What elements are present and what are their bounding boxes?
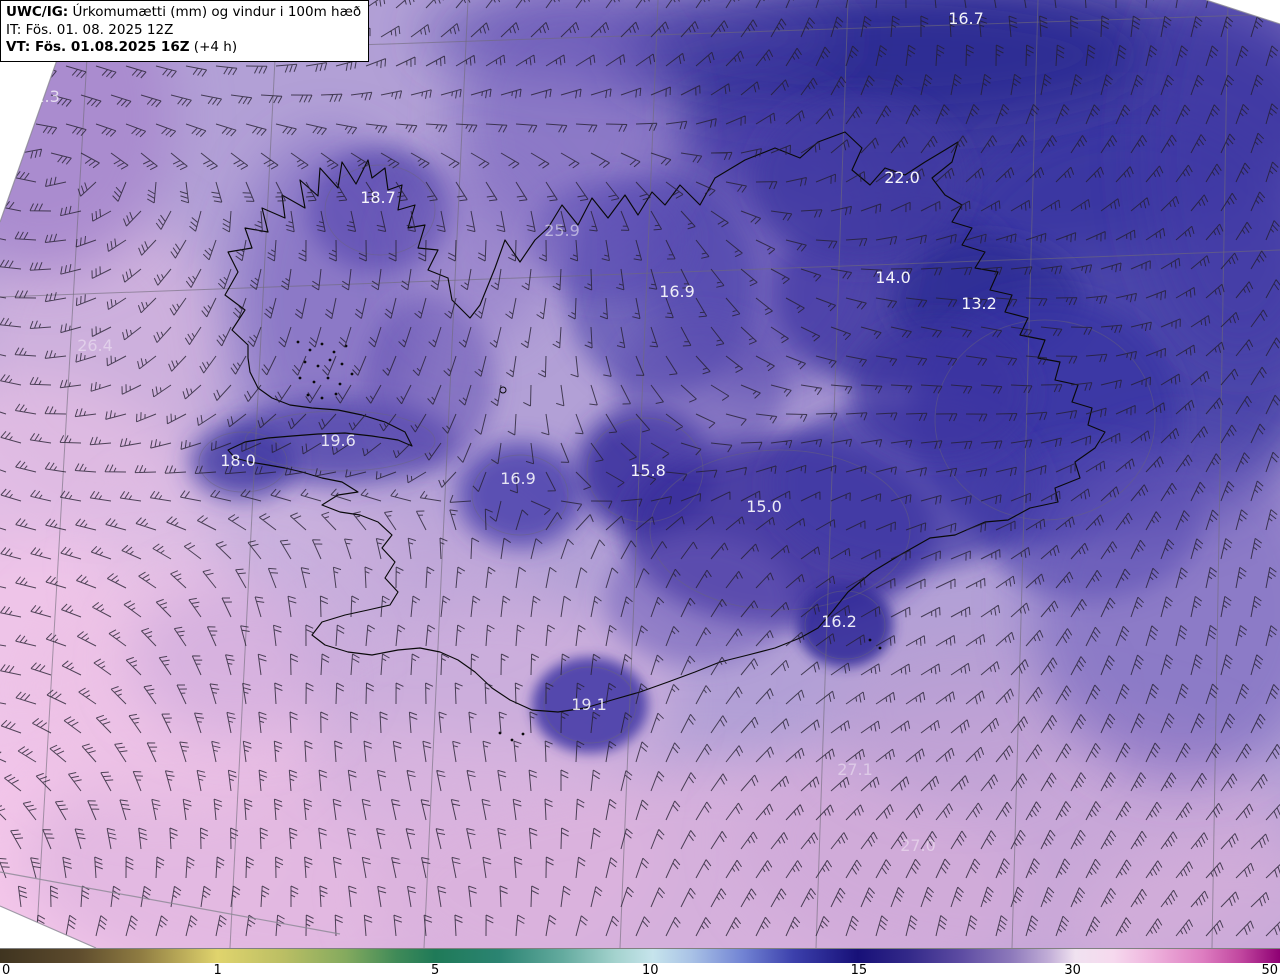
island-dot — [326, 376, 330, 380]
island-dot — [320, 396, 324, 400]
valid-time-line: VT: Fös. 01.08.2025 16Z (+4 h) — [6, 39, 361, 57]
map-value-label: 27.1 — [837, 760, 873, 779]
island-dot — [328, 358, 332, 362]
map-value-label: 18.7 — [360, 188, 396, 207]
map-value-label: 16.9 — [500, 469, 536, 488]
colorbar-tick-label: 1 — [213, 963, 222, 978]
island-dot — [316, 364, 320, 368]
map-value-label: 26.4 — [77, 336, 113, 355]
island-dot — [878, 646, 882, 650]
island-dot — [308, 348, 312, 352]
product-title: Úrkomumætti (mm) og vindur i 100m hæð — [68, 4, 362, 20]
colorbar-tick-label: 15 — [850, 963, 868, 978]
valid-time-suffix: (+4 h) — [189, 39, 238, 55]
map-value-label: 16.2 — [821, 612, 857, 631]
map-value-label: 21.3 — [24, 87, 60, 106]
valid-time-bold: VT: Fös. 01.08.2025 16Z — [6, 39, 190, 55]
colorbar-tick-label: 30 — [1064, 963, 1081, 978]
island-dot — [298, 376, 302, 380]
map-value-label: 22.0 — [884, 168, 920, 187]
colorbar-tick-label: 0 — [2, 963, 11, 978]
colorbar-gradient — [0, 949, 1280, 963]
map-value-label: 25.9 — [544, 221, 580, 240]
island-dot — [296, 340, 300, 344]
colorbar-tick-label: 10 — [641, 963, 659, 978]
colorbar-tick-label: 5 — [431, 963, 440, 978]
island-dot — [510, 738, 514, 742]
app-frame: 16.7 21.3 18.7 25.9 22.0 14.0 13.2 16.9 26.4 19.6… — [0, 0, 1280, 978]
island-dot — [334, 392, 338, 396]
map-value-label: 16.7 — [948, 9, 984, 28]
island-dot — [340, 362, 344, 366]
map-value-label: 13.2 — [961, 294, 997, 313]
init-time-line: IT: Fös. 01. 08. 2025 12Z — [6, 21, 174, 38]
island-dot — [338, 382, 342, 386]
product-line: UWC/IG: Úrkomumætti (mm) og vindur i 100… — [6, 4, 361, 22]
map-value-label: 19.1 — [571, 695, 607, 714]
title-box: UWC/IG: Úrkomumætti (mm) og vindur i 100… — [0, 0, 370, 62]
map-value-label: 18.0 — [220, 451, 256, 470]
map-value-label: 16.9 — [659, 282, 695, 301]
island-dot — [320, 342, 324, 346]
island-dot — [312, 380, 316, 384]
precip-blob — [458, 443, 582, 547]
weather-map: 16.7 21.3 18.7 25.9 22.0 14.0 13.2 16.9 26.4 19.6… — [0, 0, 1280, 948]
precip-blob — [410, 160, 550, 340]
map-value-label: 27.0 — [900, 836, 936, 855]
weather-map-canvas: 16.7 21.3 18.7 25.9 22.0 14.0 13.2 16.9 26.4 19.6… — [0, 0, 1280, 948]
product-label: UWC/IG: — [6, 4, 69, 20]
map-value-label: 15.8 — [630, 461, 666, 480]
map-value-label: 15.0 — [746, 497, 782, 516]
island-dot — [332, 350, 336, 354]
colorbar-tick-label: 50 — [1261, 963, 1278, 978]
island-dot — [868, 638, 872, 642]
colorbar-tick-row: 0 1 5 10 15 30 50 — [0, 963, 1280, 978]
map-value-label: 14.0 — [875, 268, 911, 287]
island-dot — [521, 732, 525, 736]
map-value-label: 19.6 — [320, 431, 356, 450]
precip-colorbar — [0, 948, 1280, 963]
island-dot — [350, 372, 354, 376]
